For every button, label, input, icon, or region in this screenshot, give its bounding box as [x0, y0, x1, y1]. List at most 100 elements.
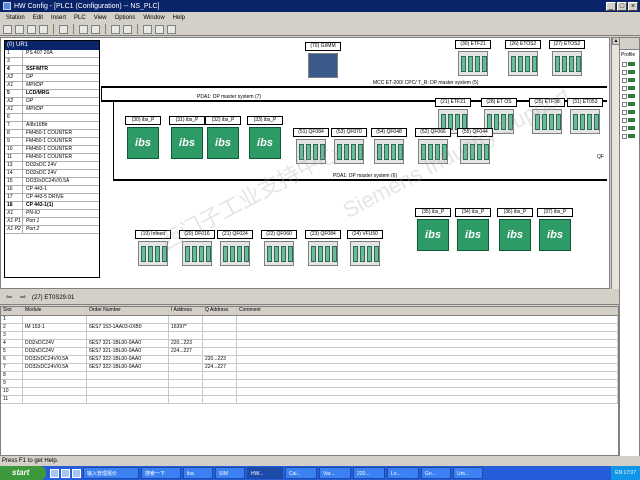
catalog-node[interactable] [622, 84, 639, 92]
ibs-station[interactable]: (30) ibs_P ibs [125, 116, 161, 160]
et200-station[interactable]: (55) QF044 [457, 128, 493, 166]
dp-bus-6[interactable] [113, 179, 607, 181]
taskbar-task-button[interactable]: Go... [421, 467, 451, 479]
menu-insert[interactable]: Insert [47, 15, 70, 21]
col-module[interactable]: Module [23, 307, 87, 315]
et200-station[interactable]: (51) QF084 [293, 128, 329, 166]
print-icon[interactable] [59, 24, 68, 34]
taskbar-task-button[interactable]: Lo... [387, 467, 419, 479]
catalog-node[interactable] [622, 92, 639, 100]
taskbar-task-button[interactable]: Unt... [453, 467, 483, 479]
table-row[interactable]: 1 [1, 316, 618, 324]
window-arrange-icon[interactable] [155, 24, 164, 34]
system-tray-clock[interactable]: EN 17:07 [611, 466, 640, 480]
new-icon[interactable] [3, 24, 12, 34]
rack-slot-row[interactable]: 5 LCD/MRG [5, 90, 99, 98]
menu-plc[interactable]: PLC [70, 15, 90, 21]
et200-station[interactable]: (26) ETOS2 [505, 40, 541, 78]
rack-slot-row[interactable]: 17 CP 443-5 DRIVE [5, 194, 99, 202]
et200-station[interactable]: (25) ETF38 [529, 98, 565, 136]
table-row[interactable]: 6 DO32xDC24V/0.5A 6ES7 322-1BL00-0AA0 220..… [1, 356, 618, 364]
col-order-number[interactable]: Order Number [87, 307, 169, 315]
rack-slot-row[interactable]: X1 P1 Port 1 [5, 218, 99, 226]
ibs-station[interactable]: (31) ibs_P ibs [169, 116, 205, 160]
drive-station[interactable]: (70) GI/MM [305, 42, 341, 80]
taskbar-task-button[interactable]: 搜索一下 [141, 467, 181, 479]
col-i-address[interactable]: I Address [169, 307, 203, 315]
taskbar-task-button[interactable]: Cal... [285, 467, 317, 479]
rack-slot-row[interactable]: X1 MPI/DP [5, 106, 99, 114]
table-row[interactable]: 7 DO32xDC24V/0.5A 6ES7 322-1BL00-0AA0 224..… [1, 364, 618, 372]
et200-station[interactable]: (22) QF060 [261, 230, 297, 268]
table-row[interactable]: 4 DI32xDC24V 6ES7 321-1BL00-0AA0 220...223 [1, 340, 618, 348]
rack-slot-row[interactable]: X1 PN-IO [5, 210, 99, 218]
ibs-station[interactable]: (37) ibs_P ibs [537, 208, 573, 252]
rack-slot-row[interactable]: X1 P2 Port 2 [5, 226, 99, 234]
save-icon[interactable] [27, 24, 36, 34]
rack-slot-row[interactable]: 14 DI32xDC 24V [5, 170, 99, 178]
rack-slot-row[interactable]: 3 [5, 58, 99, 66]
catalog-search[interactable] [620, 38, 639, 50]
et200-station[interactable]: (31) ET053 [567, 98, 603, 136]
catalog-node[interactable] [622, 100, 639, 108]
rack-slot-row[interactable]: 8 FM450-1 COUNTER [5, 130, 99, 138]
catalog-node[interactable] [622, 68, 639, 76]
et200-station[interactable]: (21) QF024 [217, 230, 253, 268]
copy-icon[interactable] [111, 24, 120, 34]
taskbar-task-button[interactable]: HW... [247, 467, 283, 479]
rack-slot-row[interactable]: 4 SSF/MTR [5, 66, 99, 74]
rack-slot-row[interactable]: 7 AI8x16Bit [5, 122, 99, 130]
menu-edit[interactable]: Edit [29, 15, 47, 21]
quick-launch-icon[interactable] [61, 468, 70, 478]
rack-slot-row[interactable]: 16 CP 443-1 [5, 186, 99, 194]
menu-view[interactable]: View [90, 15, 111, 21]
rack-slot-row[interactable]: X2 DP [5, 74, 99, 82]
open-icon[interactable] [15, 24, 24, 34]
rack-slot-row[interactable]: 15 DO32xDC24V/0.5A [5, 178, 99, 186]
et200-station[interactable]: (24) VFU50 [347, 230, 383, 268]
table-row[interactable]: 5 DI32xDC24V 6ES7 321-1BL00-0AA0 224...227 [1, 348, 618, 356]
ibs-station[interactable]: (36) ibs_P ibs [497, 208, 533, 252]
catalog-node[interactable] [622, 124, 639, 132]
et200-station[interactable]: (52) QF066 [415, 128, 451, 166]
maximize-button[interactable]: □ [617, 1, 627, 11]
upload-icon[interactable] [91, 24, 100, 34]
et200-station[interactable]: (19) Infeed [135, 230, 171, 268]
table-row[interactable]: 2 IM 153-1 6ES7 153-1AA03-0XB0 16397* [1, 324, 618, 332]
vertical-scrollbar[interactable]: ▲ [611, 37, 620, 289]
taskbar-task-button[interactable]: SIM [215, 467, 245, 479]
rack-slot-row[interactable]: 13 DI32xDC 24V [5, 162, 99, 170]
close-button[interactable]: × [628, 1, 638, 11]
et200-station[interactable]: (30) ETF21 [455, 40, 491, 78]
menu-window[interactable]: Window [139, 15, 168, 21]
taskbar-task-button[interactable]: iba [183, 467, 213, 479]
rack-slot-row[interactable]: 10 FM450-1 COUNTER [5, 146, 99, 154]
rack-ur1[interactable]: (0) UR1 1 PS 407 20A 3 4 SSF/MTR X2 DP X1 MPI/DP… [4, 40, 100, 278]
et200-station[interactable]: (53) QF070 [331, 128, 367, 166]
table-row[interactable]: 3 [1, 332, 618, 340]
rack-slot-row[interactable]: 9 FM450-1 COUNTER [5, 138, 99, 146]
catalog-node[interactable] [622, 116, 639, 124]
ibs-station[interactable]: (35) ibs_P ibs [415, 208, 451, 252]
start-button[interactable]: start [0, 466, 46, 480]
ibs-station[interactable]: (34) ibs_P ibs [455, 208, 491, 252]
forward-arrow-icon[interactable]: ⇨ [18, 294, 28, 303]
rack-slot-row[interactable]: 18 CP 443-1(1) [5, 202, 99, 210]
back-arrow-icon[interactable]: ⇦ [4, 294, 14, 303]
dp-bus-mcc[interactable] [101, 86, 607, 88]
ibs-station[interactable]: (33) ibs_P ibs [247, 116, 283, 160]
paste-icon[interactable] [123, 24, 132, 34]
catalog-node[interactable] [622, 60, 639, 68]
col-slot[interactable]: Slot [1, 307, 23, 315]
quick-launch-icon[interactable] [72, 468, 81, 478]
catalog-tree[interactable] [620, 60, 639, 140]
taskbar-task-button[interactable]: Var... [319, 467, 351, 479]
table-row[interactable]: 9 [1, 380, 618, 388]
et200-station[interactable]: (27) ETOS2 [549, 40, 585, 78]
rack-slot-row[interactable]: X1 MPI/DP [5, 82, 99, 90]
table-row[interactable]: 8 [1, 372, 618, 380]
catalog-node[interactable] [622, 132, 639, 140]
rack-slot-row[interactable]: 1 PS 407 20A [5, 50, 99, 58]
table-row[interactable]: 10 [1, 388, 618, 396]
rack-slot-row[interactable]: 11 FM450-1 COUNTER [5, 154, 99, 162]
